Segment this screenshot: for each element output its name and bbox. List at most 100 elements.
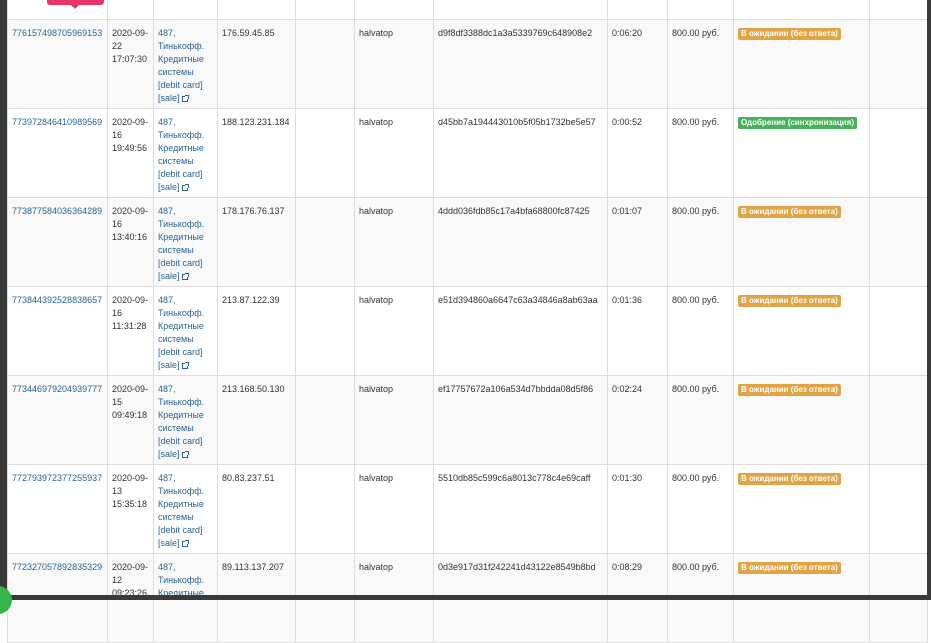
offer-id: 487, xyxy=(158,28,176,38)
cell-duration: 0:01:30 xyxy=(607,464,668,554)
conversion-time: 19:49:56 xyxy=(112,143,148,153)
conversion-time: 11:31:28 xyxy=(112,321,147,331)
cell-extra xyxy=(869,0,928,20)
table-row: 773446979204939777 2020-09-15 09:49:18 487,… xyxy=(7,375,928,465)
cell-click-hash: d9f8df3388dc1a3a5339769c648908e2 xyxy=(433,19,608,109)
cell-offer: 487, Тинькофф. Кредитные системы [debit ca… xyxy=(153,108,218,198)
cell-payout: 800.00 руб. xyxy=(667,464,734,554)
cell-duration xyxy=(607,0,668,20)
cell-datetime xyxy=(107,0,154,20)
offer-type: [debit card] xyxy=(158,258,203,268)
offer-name: Тинькофф. Кредитные системы xyxy=(158,397,205,433)
status-badge: В ожидании (без ответа) xyxy=(738,562,841,574)
cell-sub xyxy=(295,197,355,287)
conversion-time: 17:07:30 xyxy=(112,54,148,64)
table-row: [sale] xyxy=(7,0,928,20)
offer-link[interactable]: 487, Тинькофф. Кредитные системы [debit ca… xyxy=(158,384,204,459)
status-badge: В ожидании (без ответа) xyxy=(738,295,841,307)
external-link-icon xyxy=(181,95,189,102)
cell-source: halvatop xyxy=(354,19,434,109)
cell-click-hash: 4ddd036fdb85c17a4bfa68800fc87425 xyxy=(433,197,608,287)
cell-duration: 0:01:07 xyxy=(607,197,668,287)
conversions-table-container: [sale] 776157498705969153 2020-09-22 17:07:… xyxy=(7,0,928,643)
cell-status: В ожидании (без ответа) xyxy=(733,286,870,376)
cell-ip: 213.87.122.39 xyxy=(217,286,296,376)
cell-extra xyxy=(869,375,928,465)
cell-status xyxy=(733,0,870,20)
cell-id: 776157498705969153 xyxy=(7,19,108,109)
offer-type: [debit card] xyxy=(158,80,203,90)
conversion-date: 2020-09-15 xyxy=(112,384,149,407)
offer-id: 487, xyxy=(158,206,176,216)
conversion-id-link[interactable]: 773972846410989569 xyxy=(12,117,102,127)
cell-source: halvatop xyxy=(354,464,434,554)
cell-status: В ожидании (без ответа) xyxy=(733,464,870,554)
cell-datetime: 2020-09-16 13:40:16 xyxy=(107,197,154,287)
cell-ip: 178.176.76.137 xyxy=(217,197,296,287)
offer-type: [debit card] xyxy=(158,525,203,535)
table-row: 773844392528838657 2020-09-16 11:31:28 487,… xyxy=(7,286,928,376)
cell-click-hash: d45bb7a194443010b5f05b1732be5e57 xyxy=(433,108,608,198)
cell-click-hash: ef17757672a106a534d7bbdda08d5f86 xyxy=(433,375,608,465)
table-body: [sale] 776157498705969153 2020-09-22 17:07:… xyxy=(7,0,928,643)
conversion-time: 15:35:18 xyxy=(112,499,148,509)
cell-sub xyxy=(295,0,355,20)
cell-extra xyxy=(869,19,928,109)
cell-offer: 487, Тинькофф. Кредитные системы [debit ca… xyxy=(153,464,218,554)
offer-link[interactable]: 487, Тинькофф. Кредитные системы [debit ca… xyxy=(158,473,204,548)
cell-extra xyxy=(869,286,928,376)
conversion-id-link[interactable]: 773446979204939777 xyxy=(12,384,102,394)
conversion-id-link[interactable]: 773877584036364289 xyxy=(12,206,102,216)
offer-action: [sale] xyxy=(158,182,180,192)
conversion-date: 2020-09-16 xyxy=(112,295,149,318)
cell-ip: 176.59.45.85 xyxy=(217,19,296,109)
cell-datetime: 2020-09-22 17:07:30 xyxy=(107,19,154,109)
cell-datetime: 2020-09-13 15:35:18 xyxy=(107,464,154,554)
status-badge: Одобрение (синхронизация) xyxy=(738,117,858,129)
cell-datetime: 2020-09-16 11:31:28 xyxy=(107,286,154,376)
cell-extra xyxy=(869,464,928,554)
external-link-icon xyxy=(181,362,189,369)
conversion-id-link[interactable]: 776157498705969153 xyxy=(12,28,102,38)
offer-type: [debit card] xyxy=(158,347,203,357)
cell-sub xyxy=(295,19,355,109)
cell-click-hash xyxy=(433,0,608,20)
offer-link[interactable]: 487, Тинькофф. Кредитные системы [debit ca… xyxy=(158,28,204,103)
offer-id: 487, xyxy=(158,562,176,572)
status-badge: В ожидании (без ответа) xyxy=(738,473,841,485)
table-row: 773877584036364289 2020-09-16 13:40:16 487,… xyxy=(7,197,928,287)
conversion-time: 09:49:18 xyxy=(112,410,148,420)
cell-duration: 0:02:24 xyxy=(607,375,668,465)
conversion-id-link[interactable]: 773844392528838657 xyxy=(12,295,102,305)
window-frame-bottom xyxy=(0,595,931,600)
table-row: 773972846410989569 2020-09-16 19:49:56 487,… xyxy=(7,108,928,198)
cell-payout: 800.00 руб. xyxy=(667,108,734,198)
cell-ip: 80.83.237.51 xyxy=(217,464,296,554)
cell-sub xyxy=(295,464,355,554)
conversion-id-link[interactable]: 772793972377255937 xyxy=(12,473,102,483)
window-frame-left xyxy=(0,0,7,600)
cell-click-hash: 5510db85c599c6a8013c778c4e69caff xyxy=(433,464,608,554)
external-link-icon xyxy=(181,273,189,280)
offer-type: [debit card] xyxy=(158,436,203,446)
scroll-indicator-marker xyxy=(47,0,104,9)
window-frame-right xyxy=(927,0,931,600)
offer-link[interactable]: 487, Тинькофф. Кредитные системы [debit ca… xyxy=(158,206,204,281)
cell-source: halvatop xyxy=(354,108,434,198)
cell-source: halvatop xyxy=(354,375,434,465)
offer-link[interactable]: 487, Тинькофф. Кредитные системы [debit ca… xyxy=(158,295,204,370)
cell-offer: 487, Тинькофф. Кредитные системы [debit ca… xyxy=(153,286,218,376)
cell-offer: [sale] xyxy=(153,0,218,20)
cell-source xyxy=(354,0,434,20)
offer-link[interactable]: 487, Тинькофф. Кредитные системы [debit ca… xyxy=(158,117,204,192)
cell-datetime: 2020-09-15 09:49:18 xyxy=(107,375,154,465)
cell-extra xyxy=(869,197,928,287)
offer-name: Тинькофф. Кредитные системы xyxy=(158,41,205,77)
offer-link[interactable]: 487, Тинькофф. Кредитные xyxy=(158,562,204,598)
status-badge: В ожидании (без ответа) xyxy=(738,206,841,218)
conversion-date: 2020-09-16 xyxy=(112,117,149,140)
conversion-id-link[interactable]: 772327057892835329 xyxy=(12,562,102,572)
table-row: 772793972377255937 2020-09-13 15:35:18 487,… xyxy=(7,464,928,554)
cell-payout: 800.00 руб. xyxy=(667,19,734,109)
conversion-date: 2020-09-12 xyxy=(112,562,149,585)
